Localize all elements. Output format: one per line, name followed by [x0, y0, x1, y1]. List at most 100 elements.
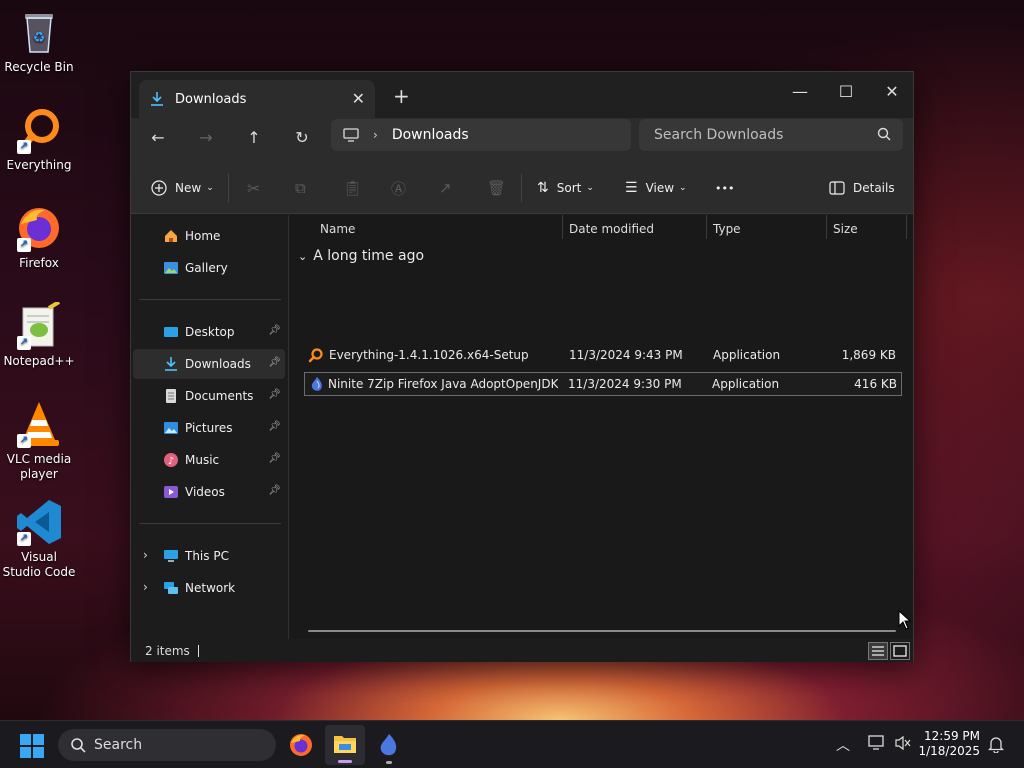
desktop-icon-recycle-bin[interactable]: ♻ Recycle Bin — [2, 8, 76, 75]
more-options-button[interactable]: ••• — [715, 177, 734, 199]
taskbar-search-label: Search — [94, 737, 143, 753]
tiles-view-button[interactable] — [890, 642, 910, 660]
view-button[interactable]: ☰ View ⌄ — [625, 177, 687, 199]
sort-label: Sort — [556, 181, 582, 195]
sidebar-item-gallery[interactable]: Gallery — [133, 253, 285, 283]
paste-button[interactable]: 📋︎ — [343, 177, 362, 199]
up-button[interactable]: ↑ — [241, 128, 267, 152]
chevron-down-icon: ⌄ — [298, 249, 308, 263]
sidebar-item-music[interactable]: ♪ Music 📌︎ — [133, 445, 285, 475]
table-row[interactable]: Ninite 7Zip Firefox Java AdoptOpenJDK x.… — [304, 372, 902, 396]
close-tab-button[interactable]: ✕ — [352, 89, 365, 108]
plus-circle-icon — [151, 180, 167, 196]
search-icon — [71, 738, 86, 753]
desktop-icon-firefox[interactable]: ↗ Firefox — [2, 204, 76, 271]
rename-button[interactable]: Ⓐ — [391, 177, 406, 199]
recycle-bin-icon: ♻ — [15, 8, 63, 56]
navigation-pane: Home Gallery Desktop 📌︎ Downloads 📌︎ Doc… — [131, 215, 289, 639]
details-pane-icon — [829, 181, 845, 195]
back-button[interactable]: ← — [145, 128, 171, 152]
gallery-icon — [163, 260, 179, 276]
taskbar-file-explorer[interactable] — [325, 725, 365, 765]
new-tab-button[interactable]: + — [393, 84, 410, 108]
network-status-button[interactable] — [868, 735, 886, 754]
taskbar-search[interactable]: Search — [58, 729, 276, 761]
ninite-icon — [380, 734, 397, 756]
column-resize-handle[interactable] — [906, 215, 907, 239]
sidebar-item-label: Desktop — [185, 325, 235, 339]
sidebar-item-home[interactable]: Home — [133, 221, 285, 251]
minimize-button[interactable]: — — [777, 78, 823, 106]
share-button[interactable]: ↗ — [439, 177, 452, 199]
music-icon: ♪ — [163, 452, 179, 468]
desktop-icon-vscode[interactable]: ↗ Visual Studio Code — [2, 498, 76, 580]
notepadpp-icon: ↗ — [15, 300, 63, 350]
taskbar-ninite[interactable] — [377, 733, 401, 764]
desktop-icon-everything[interactable]: ↗ Everything — [2, 106, 76, 173]
taskbar-firefox[interactable] — [289, 733, 313, 760]
notifications-button[interactable] — [987, 735, 1005, 756]
horizontal-scrollbar[interactable] — [308, 630, 896, 632]
table-row[interactable]: Everything-1.4.1.1026.x64-Setup 11/3/202… — [304, 344, 902, 368]
cut-button[interactable]: ✂ — [247, 177, 260, 199]
column-header-size[interactable]: Size — [833, 215, 858, 243]
pin-icon[interactable]: 📌︎ — [268, 485, 281, 496]
sidebar-item-desktop[interactable]: Desktop 📌︎ — [133, 317, 285, 347]
pin-icon[interactable]: 📌︎ — [268, 421, 281, 432]
forward-button[interactable]: → — [193, 128, 219, 152]
details-pane-button[interactable]: Details — [829, 177, 895, 199]
chevron-right-icon[interactable]: › — [143, 548, 148, 562]
file-type: Application — [712, 377, 780, 391]
group-header[interactable]: ⌄ A long time ago — [298, 248, 424, 264]
breadcrumb-downloads[interactable]: Downloads — [392, 127, 469, 143]
clock-date: 1/18/2025 — [918, 744, 980, 758]
column-header-date-modified[interactable]: Date modified — [569, 215, 654, 243]
new-button[interactable]: New ⌄ — [151, 177, 214, 199]
firefox-icon: ↗ — [15, 204, 63, 252]
refresh-button[interactable]: ↻ — [289, 128, 315, 152]
volume-button[interactable] — [894, 735, 912, 754]
desktop-icon-label: Everything — [6, 158, 72, 172]
network-icon — [163, 580, 179, 596]
desktop-icon-label: VLC media player — [6, 452, 72, 481]
close-window-button[interactable]: ✕ — [869, 78, 915, 106]
column-resize-handle[interactable] — [826, 215, 827, 239]
desktop-icon-label: Firefox — [19, 256, 59, 270]
sidebar-item-pictures[interactable]: Pictures 📌︎ — [133, 413, 285, 443]
column-header-name[interactable]: Name — [320, 215, 355, 243]
sort-button[interactable]: ⇅ Sort ⌄ — [537, 177, 594, 199]
everything-icon: ↗ — [15, 106, 63, 154]
folder-icon — [334, 736, 356, 753]
copy-button[interactable]: ⧉ — [295, 177, 306, 199]
chevron-right-icon[interactable]: › — [373, 128, 378, 142]
details-view-button[interactable] — [868, 642, 888, 660]
column-resize-handle[interactable] — [562, 215, 563, 239]
maximize-button[interactable]: ☐ — [823, 78, 869, 106]
tab-downloads[interactable]: Downloads ✕ — [139, 80, 375, 118]
search-input[interactable]: Search Downloads — [639, 119, 903, 151]
sidebar-item-downloads[interactable]: Downloads 📌︎ — [133, 349, 285, 379]
copy-icon: ⧉ — [295, 179, 306, 197]
desktop-icon-vlc[interactable]: ↗ VLC media player — [2, 400, 76, 482]
download-icon — [151, 92, 163, 106]
search-icon — [877, 127, 891, 141]
delete-button[interactable]: 🗑︎ — [487, 177, 506, 199]
desktop-icon-notepadpp[interactable]: ↗ Notepad++ — [2, 300, 76, 369]
column-resize-handle[interactable] — [706, 215, 707, 239]
sidebar-item-this-pc[interactable]: › This PC — [133, 541, 285, 571]
sidebar-item-label: Documents — [185, 389, 254, 403]
sidebar-item-documents[interactable]: Documents 📌︎ — [133, 381, 285, 411]
pin-icon[interactable]: 📌︎ — [268, 453, 281, 464]
column-header-type[interactable]: Type — [713, 215, 741, 243]
address-bar[interactable]: › Downloads — [331, 119, 631, 151]
start-button[interactable] — [20, 734, 44, 761]
pin-icon[interactable]: 📌︎ — [268, 357, 281, 368]
show-hidden-icons-button[interactable]: ︿ — [836, 735, 850, 755]
pin-icon[interactable]: 📌︎ — [268, 389, 281, 400]
clock[interactable]: 12:59 PM 1/18/2025 — [918, 729, 980, 759]
sidebar-item-network[interactable]: › Network — [133, 573, 285, 603]
chevron-right-icon[interactable]: › — [143, 580, 148, 594]
status-divider — [197, 644, 199, 657]
sidebar-item-videos[interactable]: Videos 📌︎ — [133, 477, 285, 507]
pin-icon[interactable]: 📌︎ — [268, 325, 281, 336]
